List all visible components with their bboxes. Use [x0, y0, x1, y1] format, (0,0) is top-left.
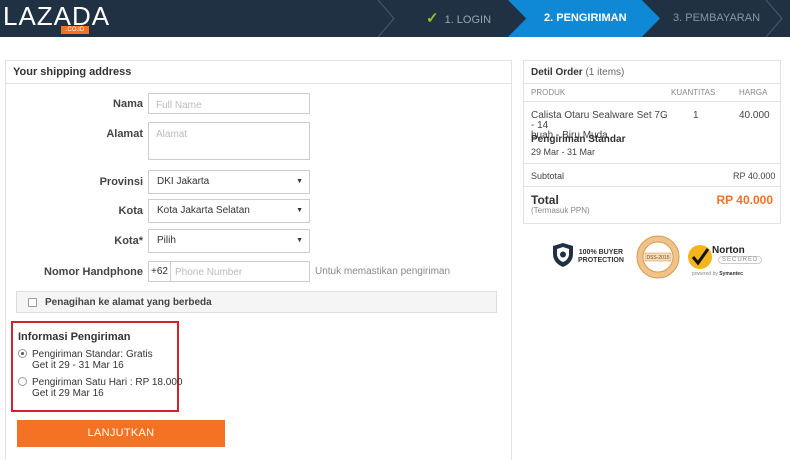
- phone-label: Nomor Handphone: [44, 266, 143, 278]
- order-item-count: (1 items): [585, 67, 625, 78]
- pci-seal-icon: DSS-2015: [636, 235, 680, 279]
- shipping-address-title: Your shipping address: [13, 66, 132, 78]
- step-separator-icon: [762, 0, 784, 37]
- buyer-protection-badge: 100% BUYER PROTECTION: [578, 249, 624, 265]
- order-title-text: Detil Order: [531, 67, 583, 78]
- billing-address-toggle[interactable]: Penagihan ke alamat yang berbeda: [16, 291, 497, 313]
- caret-down-icon: ▼: [296, 237, 303, 244]
- step-pembayaran-label: 3. PEMBAYARAN: [673, 12, 761, 24]
- norton-powered-by: powered by Symantec: [692, 271, 743, 277]
- col-header-produk: PRODUK: [531, 88, 566, 97]
- buyer-protection-line2: PROTECTION: [578, 257, 624, 264]
- total-value: RP 40.000: [716, 193, 774, 207]
- shipping-standard-eta: Get it 29 - 31 Mar 16: [32, 360, 124, 371]
- logo-domain: .CO.ID: [61, 26, 89, 34]
- norton-powered-label: powered by: [692, 271, 718, 277]
- product-name-line1: Calista Otaru Sealware Set 7G - 14: [531, 110, 668, 131]
- check-icon: ✓: [426, 10, 439, 27]
- kota-label: Kota: [118, 205, 143, 217]
- caret-down-icon: ▼: [296, 207, 303, 214]
- shipping-method-name: Pengiriman Standar: [531, 134, 626, 145]
- alamat-label: Alamat: [106, 128, 143, 140]
- divider: [524, 83, 780, 84]
- shipping-info-title: Informasi Pengiriman: [18, 331, 131, 343]
- caret-down-icon: ▼: [296, 178, 303, 185]
- lanjutkan-button[interactable]: LANJUTKAN: [17, 420, 225, 447]
- shield-icon: [553, 243, 573, 267]
- kota-area-label: Kota*: [114, 235, 143, 247]
- subtotal-label: Subtotal: [531, 171, 565, 181]
- shipping-oneday-label: Pengiriman Satu Hari : RP 18.000: [32, 377, 183, 388]
- nama-input[interactable]: Full Name: [148, 93, 310, 114]
- buyer-protection-line1: 100% BUYER: [578, 249, 624, 256]
- shipping-oneday-eta: Get it 29 Mar 16: [32, 388, 104, 399]
- norton-vendor: Symantec: [719, 271, 743, 277]
- shipping-oneday-option[interactable]: Pengiriman Satu Hari : RP 18.000 Get it …: [32, 377, 182, 399]
- provinsi-label: Provinsi: [99, 176, 143, 188]
- step-pembayaran: 3. PEMBAYARAN: [673, 0, 760, 37]
- kota-area-value: Pilih: [157, 235, 176, 246]
- lazada-logo[interactable]: LAZADA .CO.ID: [3, 2, 109, 34]
- kota-value: Kota Jakarta Selatan: [157, 205, 250, 216]
- divider: [6, 83, 511, 84]
- norton-name: Norton: [712, 245, 745, 256]
- seal-text: DSS-2015: [646, 255, 669, 261]
- step-separator-icon: [374, 0, 396, 37]
- provinsi-select[interactable]: DKI Jakarta ▼: [148, 170, 310, 194]
- logo-wordmark: LAZADA: [3, 1, 111, 31]
- norton-secured: SECURED: [718, 256, 763, 264]
- billing-checkbox[interactable]: [28, 298, 37, 307]
- shipping-standard-radio[interactable]: [18, 349, 27, 358]
- checkout-header: LAZADA .CO.ID ✓ 1. LOGIN 2. PENGIRIMAN 3.…: [0, 0, 790, 37]
- billing-label: Penagihan ke alamat yang berbeda: [45, 297, 212, 308]
- kota-area-select[interactable]: Pilih ▼: [148, 229, 310, 253]
- product-price: 40.000: [739, 110, 770, 121]
- shipping-method-dates: 29 Mar - 31 Mar: [531, 147, 596, 157]
- subtotal-value: RP 40.000: [733, 171, 776, 181]
- col-header-harga: HARGA: [739, 88, 768, 97]
- phone-input[interactable]: Phone Number: [170, 261, 310, 282]
- phone-prefix: +62: [148, 261, 170, 282]
- total-tax-note: (Termasuk PPN): [531, 206, 590, 215]
- shipping-standard-option[interactable]: Pengiriman Standar: Gratis Get it 29 - 3…: [32, 349, 153, 371]
- divider: [524, 163, 780, 164]
- shipping-oneday-radio[interactable]: [18, 377, 27, 386]
- step-pengiriman: 2. PENGIRIMAN: [544, 0, 627, 37]
- total-label: Total: [531, 193, 559, 207]
- provinsi-value: DKI Jakarta: [157, 176, 210, 187]
- nama-label: Nama: [113, 98, 143, 110]
- alamat-textarea[interactable]: Alamat: [148, 122, 310, 160]
- col-header-kuantitas: KUANTITAS: [671, 88, 716, 97]
- step-pengiriman-label: 2. PENGIRIMAN: [544, 12, 627, 24]
- kota-select[interactable]: Kota Jakarta Selatan ▼: [148, 199, 310, 223]
- divider: [524, 101, 780, 102]
- phone-hint: Untuk memastikan pengiriman: [315, 266, 451, 277]
- product-quantity: 1: [693, 110, 699, 121]
- step-login-label: 1. LOGIN: [444, 14, 492, 26]
- divider: [524, 186, 780, 187]
- shipping-standard-label: Pengiriman Standar: Gratis: [32, 349, 153, 360]
- step-login: ✓ 1. LOGIN: [426, 0, 491, 37]
- order-summary-title: Detil Order (1 items): [531, 67, 624, 78]
